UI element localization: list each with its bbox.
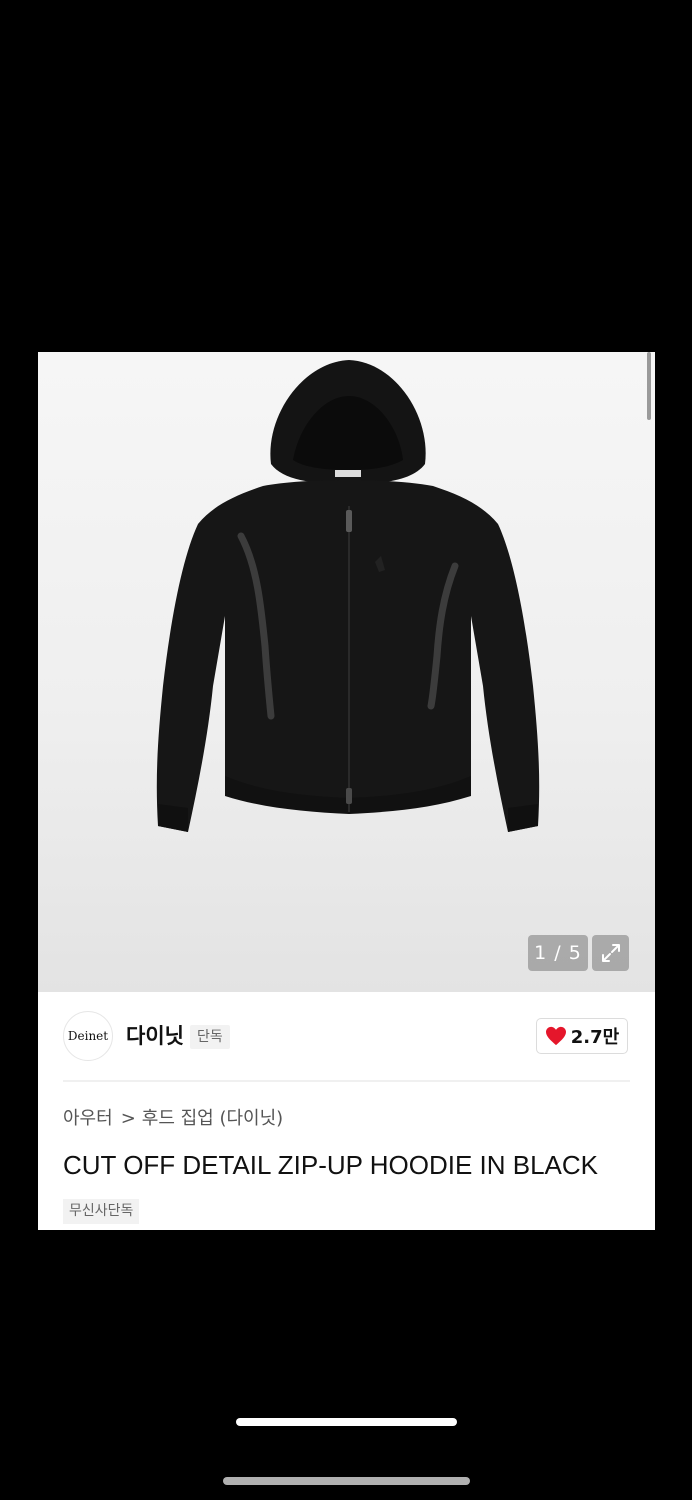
like-button[interactable]: 2.7만 [536, 1018, 628, 1054]
brand-exclusive-badge: 단독 [190, 1025, 230, 1049]
exclusive-tag: 무신사단독 [63, 1199, 140, 1224]
brand-logo[interactable]: Deinet [63, 1011, 113, 1061]
expand-button[interactable] [592, 935, 629, 971]
product-title: CUT OFF DETAIL ZIP-UP HOODIE IN BLACK [63, 1150, 599, 1180]
product-image-gallery[interactable]: 1 / 5 [38, 352, 655, 992]
expand-icon [601, 944, 620, 962]
brand-row: Deinet 다이닛 단독 2.7만 [38, 992, 655, 1080]
breadcrumb: 아우터 > 후드 집업 (다이닛) [63, 1107, 283, 1131]
breadcrumb-separator: > [120, 1108, 136, 1129]
hoodie-product-image[interactable] [153, 356, 543, 836]
scroll-indicator [647, 352, 651, 420]
product-card: 1 / 5 Deinet 다이닛 단독 2.7만 아우터 > 후드 집업 (다이… [38, 352, 655, 1230]
bottom-system-bar [223, 1477, 470, 1485]
breadcrumb-subcategory[interactable]: 후드 집업 (다이닛) [142, 1107, 283, 1131]
home-indicator[interactable] [236, 1418, 457, 1426]
brand-name[interactable]: 다이닛 [126, 1022, 184, 1050]
brand-logo-text: Deinet [67, 1029, 109, 1043]
breadcrumb-category[interactable]: 아우터 [63, 1107, 113, 1131]
phone-screen: 1 / 5 Deinet 다이닛 단독 2.7만 아우터 > 후드 집업 (다이… [0, 0, 692, 1500]
section-divider [63, 1080, 630, 1082]
image-counter: 1 / 5 [528, 935, 588, 971]
heart-icon [545, 1026, 566, 1046]
like-count: 2.7만 [570, 1027, 620, 1048]
